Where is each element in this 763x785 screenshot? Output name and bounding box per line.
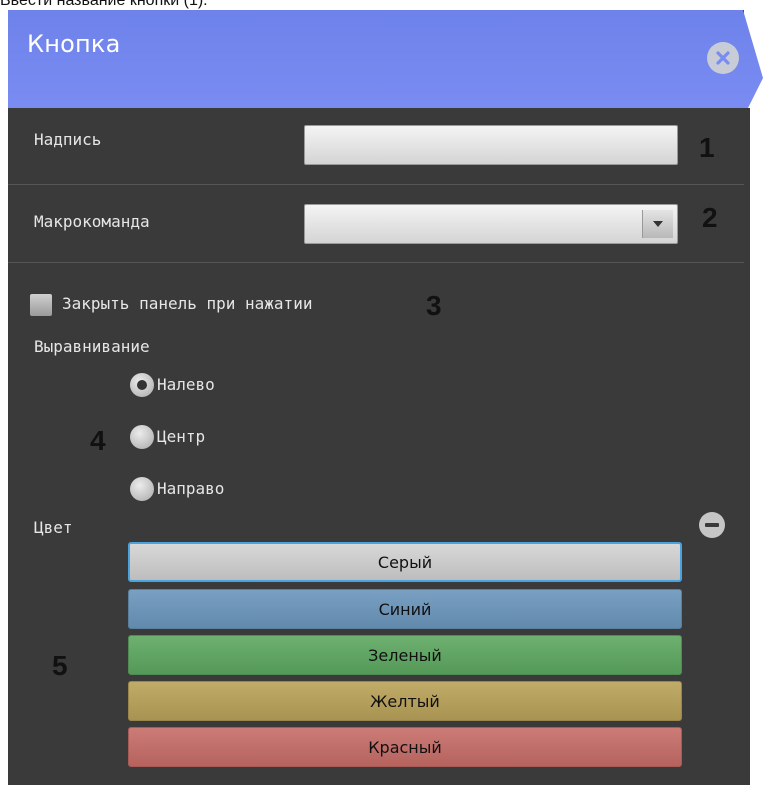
instruction-caption: Ввести название кнопки (1).: [0, 0, 208, 9]
color-green-button[interactable]: Зеленый: [128, 635, 682, 675]
callout-3: 3: [426, 290, 442, 321]
alignment-label: Выравнивание: [34, 337, 150, 356]
align-left-radio[interactable]: [130, 373, 154, 397]
label-field-label: Надпись: [34, 130, 102, 149]
radio-selected-dot: [137, 380, 147, 390]
divider: [8, 184, 744, 185]
color-red-button[interactable]: Красный: [128, 727, 682, 767]
close-icon: [716, 51, 730, 65]
callout-1: 1: [699, 132, 715, 163]
macro-select[interactable]: [304, 204, 678, 244]
minus-icon: [705, 523, 719, 527]
panel-header: Кнопка: [8, 10, 763, 108]
chevron-down-icon: [653, 221, 663, 227]
close-on-press-label: Закрыть панель при нажатии: [62, 294, 313, 313]
color-gray-button[interactable]: Серый: [128, 542, 682, 582]
callout-5: 5: [52, 650, 68, 681]
label-input[interactable]: [304, 125, 678, 165]
macro-dropdown-toggle[interactable]: [642, 210, 673, 238]
panel-scroll-track: [744, 108, 750, 785]
align-center-label: Центр: [157, 427, 206, 446]
align-right-radio[interactable]: [130, 477, 154, 501]
divider: [8, 262, 744, 263]
close-on-press-checkbox[interactable]: [30, 294, 52, 316]
color-yellow-button[interactable]: Желтый: [128, 681, 682, 721]
close-button[interactable]: [707, 42, 739, 74]
color-blue-button[interactable]: Синий: [128, 589, 682, 629]
macro-field-label: Макрокоманда: [34, 212, 150, 231]
callout-4: 4: [90, 425, 106, 456]
align-right-label: Направо: [157, 479, 225, 498]
color-label: Цвет: [34, 518, 73, 537]
callout-2: 2: [702, 202, 718, 233]
remove-color-button[interactable]: [699, 512, 725, 538]
align-left-label: Налево: [157, 375, 215, 394]
panel-title: Кнопка: [27, 30, 121, 58]
align-center-radio[interactable]: [130, 425, 154, 449]
